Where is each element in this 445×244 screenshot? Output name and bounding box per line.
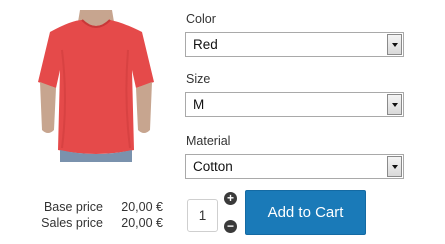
product-image	[32, 10, 158, 162]
color-selected-value: Red	[193, 37, 218, 52]
chevron-down-icon[interactable]	[387, 94, 402, 115]
chevron-down-icon[interactable]	[387, 156, 402, 177]
base-price-row: Base price 20,00 €	[20, 199, 165, 215]
chevron-down-icon[interactable]	[387, 34, 402, 55]
base-price-value: 20,00 €	[121, 200, 163, 214]
sales-price-row: Sales price 20,00 €	[20, 215, 165, 231]
color-label: Color	[186, 12, 216, 26]
plus-icon[interactable]: +	[224, 192, 237, 205]
quantity-input[interactable]: 1	[187, 199, 218, 232]
size-selected-value: M	[193, 97, 205, 112]
base-price-label: Base price	[43, 200, 103, 214]
material-label: Material	[186, 134, 231, 148]
size-label: Size	[186, 72, 211, 86]
add-to-cart-button[interactable]: Add to Cart	[245, 190, 366, 235]
sales-price-label: Sales price	[41, 216, 103, 230]
color-select[interactable]: Red	[185, 32, 404, 57]
tshirt-model-icon	[38, 10, 154, 162]
material-select[interactable]: Cotton	[185, 154, 404, 179]
product-detail: Base price 20,00 € Sales price 20,00 € C…	[0, 0, 445, 244]
sales-price-value: 20,00 €	[121, 216, 163, 230]
minus-icon[interactable]: −	[224, 220, 237, 233]
size-select[interactable]: M	[185, 92, 404, 117]
material-selected-value: Cotton	[193, 159, 233, 174]
